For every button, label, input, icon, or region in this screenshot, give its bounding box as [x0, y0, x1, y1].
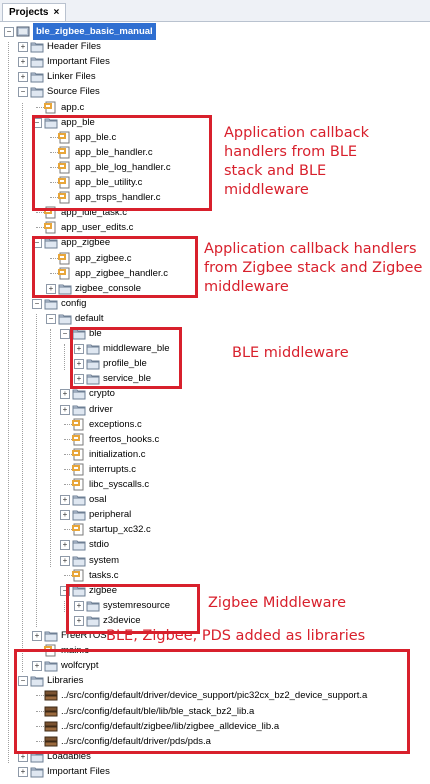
c-file-icon: [44, 101, 58, 114]
c-file-icon: [72, 418, 86, 431]
projects-panel: Projects × − ble_zigbee_basic_manual + Heade…: [0, 0, 430, 779]
annotation-libraries: BLE, Zigbee, PDS added as libraries: [106, 628, 366, 644]
folder-icon: [30, 765, 44, 778]
tab-projects-label: Projects: [9, 7, 49, 18]
tree-item-label: Important Files: [47, 765, 110, 777]
expand-icon[interactable]: +: [60, 404, 70, 415]
expand-icon[interactable]: +: [60, 555, 70, 566]
tree-connector: [36, 227, 44, 229]
folder-icon: [72, 387, 86, 400]
expand-icon[interactable]: +: [18, 766, 28, 777]
tree-connector: [36, 212, 44, 214]
collapse-icon[interactable]: −: [60, 329, 70, 339]
expand-icon[interactable]: +: [18, 72, 28, 83]
annotation-ble-middleware: BLE middleware: [232, 345, 349, 361]
annotation-app-zigbee: Application callback handlers from Zigbe…: [204, 241, 423, 295]
collapse-icon[interactable]: −: [4, 27, 14, 37]
folder-icon: [58, 312, 72, 325]
folder-icon: [44, 297, 58, 310]
tree-connector: [64, 453, 72, 455]
folder-icon: [72, 554, 86, 567]
folder-icon: [30, 55, 44, 68]
tree-connector: [64, 468, 72, 470]
c-file-icon: [72, 448, 86, 461]
tree-connector: [36, 106, 44, 108]
tree-connector: [64, 423, 72, 425]
annotation-box-app-ble: [32, 115, 212, 211]
tab-bar: Projects ×: [0, 0, 430, 22]
folder-icon: [30, 70, 44, 83]
expand-icon[interactable]: +: [60, 540, 70, 551]
collapse-icon[interactable]: −: [18, 87, 28, 98]
annotation-box-ble-middleware: [70, 327, 182, 389]
c-file-icon: [72, 569, 86, 582]
annotation-box-app-zigbee: [32, 236, 198, 298]
tree-folder-row[interactable]: + Important Files: [0, 763, 430, 780]
folder-icon: [72, 538, 86, 551]
annotation-box-libraries: [14, 649, 410, 754]
c-file-icon: [72, 523, 86, 536]
tree-connector: [64, 574, 72, 576]
tree-connector: [64, 438, 72, 440]
expand-icon[interactable]: +: [18, 57, 28, 68]
annotation-zigbee-middleware: Zigbee Middleware: [208, 595, 347, 611]
c-file-icon: [72, 478, 86, 491]
close-icon[interactable]: ×: [53, 7, 59, 18]
expand-icon[interactable]: +: [60, 495, 70, 506]
tab-projects[interactable]: Projects ×: [2, 3, 67, 21]
folder-icon: [72, 508, 86, 521]
tree-connector: [64, 484, 72, 485]
tree-connector: [64, 529, 72, 531]
c-file-icon: [72, 433, 86, 446]
project-icon: [16, 25, 30, 38]
folder-icon: [30, 85, 44, 98]
folder-icon: [72, 493, 86, 506]
expand-icon[interactable]: +: [60, 510, 70, 521]
folder-icon: [44, 629, 58, 642]
collapse-icon[interactable]: −: [46, 313, 56, 324]
expand-icon[interactable]: +: [32, 631, 42, 641]
c-file-icon: [72, 463, 86, 476]
c-file-icon: [44, 221, 58, 234]
expand-icon[interactable]: +: [60, 389, 70, 400]
expand-icon[interactable]: +: [18, 42, 28, 53]
collapse-icon[interactable]: −: [32, 298, 42, 309]
folder-icon: [30, 40, 44, 53]
folder-icon: [72, 403, 86, 416]
annotation-app-ble: Application callback handlers from BLE s…: [224, 125, 369, 198]
